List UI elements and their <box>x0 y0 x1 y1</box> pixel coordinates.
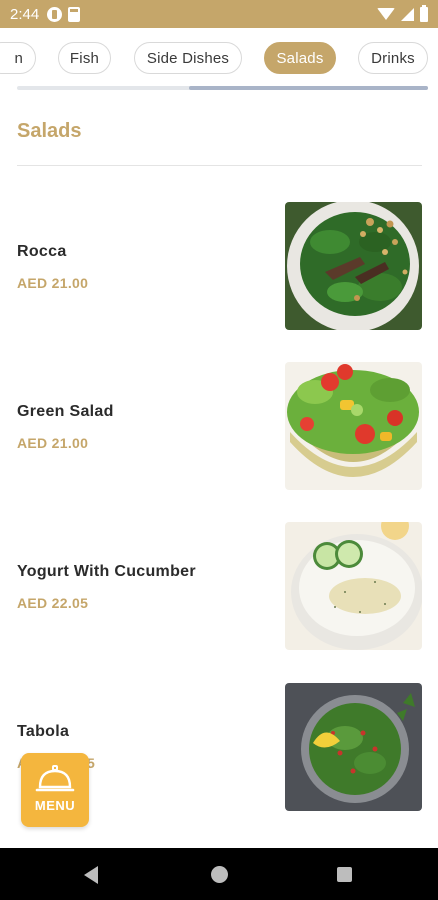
green-salad-photo <box>285 362 422 490</box>
cloche-icon <box>35 765 75 792</box>
system-nav-bar <box>0 848 438 900</box>
app-notification-icon <box>47 6 63 22</box>
tab-side-dishes[interactable]: Side Dishes <box>134 42 242 74</box>
tab-previous[interactable]: n <box>0 42 36 74</box>
status-bar: 2:44 <box>0 0 438 28</box>
signal-icon <box>401 7 414 21</box>
wifi-icon <box>377 8 395 20</box>
item-price: AED 21.00 <box>17 275 89 291</box>
yogurt-cucumber-photo <box>285 522 422 650</box>
rocca-salad-photo <box>285 202 422 330</box>
menu-item-green-salad[interactable]: Green Salad AED 21.00 <box>0 360 438 490</box>
sim-card-icon <box>68 6 81 22</box>
menu-item-yogurt-with-cucumber[interactable]: Yogurt With Cucumber AED 22.05 <box>0 520 438 650</box>
tab-fish[interactable]: Fish <box>58 42 111 74</box>
recents-icon[interactable] <box>337 867 352 882</box>
menu-item-rocca[interactable]: Rocca AED 21.00 <box>0 200 438 330</box>
status-time: 2:44 <box>10 5 40 23</box>
tab-drinks[interactable]: Drinks <box>358 42 428 74</box>
back-icon[interactable] <box>84 866 98 884</box>
item-name: Tabola <box>17 723 70 740</box>
item-price: AED 22.05 <box>17 595 89 611</box>
tabs-scroll-thumb[interactable] <box>189 86 428 90</box>
item-name: Yogurt With Cucumber <box>17 563 196 580</box>
section-title: Salads <box>17 120 82 142</box>
item-price: AED 21.00 <box>17 435 89 451</box>
section-divider <box>17 165 422 166</box>
home-icon[interactable] <box>211 866 228 883</box>
tab-salads[interactable]: Salads <box>264 42 336 74</box>
tabbouleh-photo <box>285 683 422 811</box>
menu-fab-button[interactable]: MENU <box>21 753 89 827</box>
item-name: Green Salad <box>17 403 114 420</box>
battery-icon <box>420 4 428 22</box>
category-tabs: n Fish Side Dishes Salads Drinks <box>0 42 438 78</box>
item-name: Rocca <box>17 243 67 260</box>
menu-fab-label: MENU <box>34 798 76 813</box>
